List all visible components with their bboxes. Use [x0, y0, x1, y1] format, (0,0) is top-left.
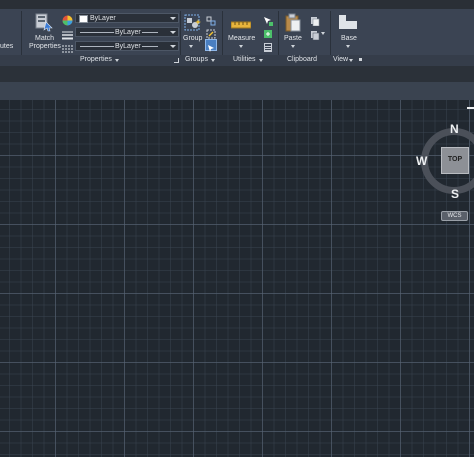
lineweight-icon[interactable]: [62, 41, 73, 53]
chevron-down-icon[interactable]: [321, 32, 325, 35]
title-strip: [0, 0, 474, 9]
linetype-dropdown-value: ByLayer: [114, 29, 142, 36]
copy-clip-icon[interactable]: [310, 13, 320, 27]
compass-south[interactable]: S: [451, 187, 459, 201]
chevron-down-icon: [170, 45, 176, 48]
chevron-down-icon[interactable]: [239, 45, 243, 48]
chevron-down-icon[interactable]: [259, 59, 263, 62]
match-properties-label-line2[interactable]: Properties: [29, 43, 61, 51]
base-label[interactable]: Base: [341, 35, 357, 43]
linetype-icon[interactable]: [62, 27, 73, 40]
group-label[interactable]: Group: [183, 35, 202, 43]
ungroup-icon[interactable]: [206, 13, 216, 26]
quick-select-icon[interactable]: [263, 13, 273, 26]
panel-title-view[interactable]: View: [333, 56, 348, 63]
match-properties-label-line1[interactable]: Match: [35, 35, 54, 43]
pin-icon[interactable]: [359, 58, 362, 61]
panel-title-clipboard[interactable]: Clipboard: [287, 56, 317, 63]
panel-title-properties[interactable]: Properties: [80, 56, 112, 63]
paste-label[interactable]: Paste: [284, 35, 302, 43]
copy-icon[interactable]: [310, 27, 320, 41]
chevron-down-icon[interactable]: [189, 45, 193, 48]
compass-west[interactable]: W: [416, 154, 427, 168]
color-wheel-icon[interactable]: [62, 13, 73, 26]
base-view-icon[interactable]: [339, 15, 357, 29]
panel-cut-label: utes: [0, 43, 14, 50]
color-swatch: [79, 15, 88, 23]
group-spark-icon: [195, 12, 201, 25]
lineweight-dropdown-value: ByLayer: [114, 43, 142, 50]
viewcube-top-marker: [467, 107, 474, 109]
color-dropdown-value: ByLayer: [90, 15, 116, 22]
panel-title-utilities[interactable]: Utilities: [233, 56, 256, 63]
paste-icon[interactable]: [285, 13, 301, 32]
viewcube-top-face[interactable]: TOP: [441, 147, 469, 174]
lineweight-dropdown[interactable]: ByLayer: [75, 41, 179, 51]
chevron-down-icon[interactable]: [211, 59, 215, 62]
color-dropdown[interactable]: ByLayer: [75, 13, 179, 23]
compass-north[interactable]: N: [450, 122, 459, 136]
linetype-dropdown[interactable]: ByLayer: [75, 27, 179, 37]
measure-label[interactable]: Measure: [228, 35, 255, 43]
chevron-down-icon: [170, 31, 176, 34]
group-selection-icon[interactable]: [205, 39, 217, 52]
ucs-label: WCS: [447, 213, 462, 219]
match-properties-icon[interactable]: [35, 13, 53, 32]
chevron-down-icon[interactable]: [115, 59, 119, 62]
group-edit-icon[interactable]: [206, 26, 216, 39]
viewcube-face-label: TOP: [447, 156, 463, 163]
chevron-down-icon[interactable]: [291, 45, 295, 48]
ucs-menu-button[interactable]: WCS: [441, 211, 468, 221]
chevron-down-icon[interactable]: [349, 59, 353, 62]
quick-calc-icon[interactable]: [263, 26, 273, 38]
panel-title-groups[interactable]: Groups: [185, 56, 208, 63]
chevron-down-icon: [170, 17, 176, 20]
id-point-icon[interactable]: [263, 40, 273, 52]
measure-icon[interactable]: [230, 17, 252, 29]
chevron-down-icon[interactable]: [346, 45, 350, 48]
drawing-canvas[interactable]: [0, 100, 474, 457]
dialog-launcher-icon[interactable]: [174, 58, 179, 63]
file-tab-bar: [0, 82, 474, 100]
ribbon-shadow-strip: [0, 66, 474, 82]
